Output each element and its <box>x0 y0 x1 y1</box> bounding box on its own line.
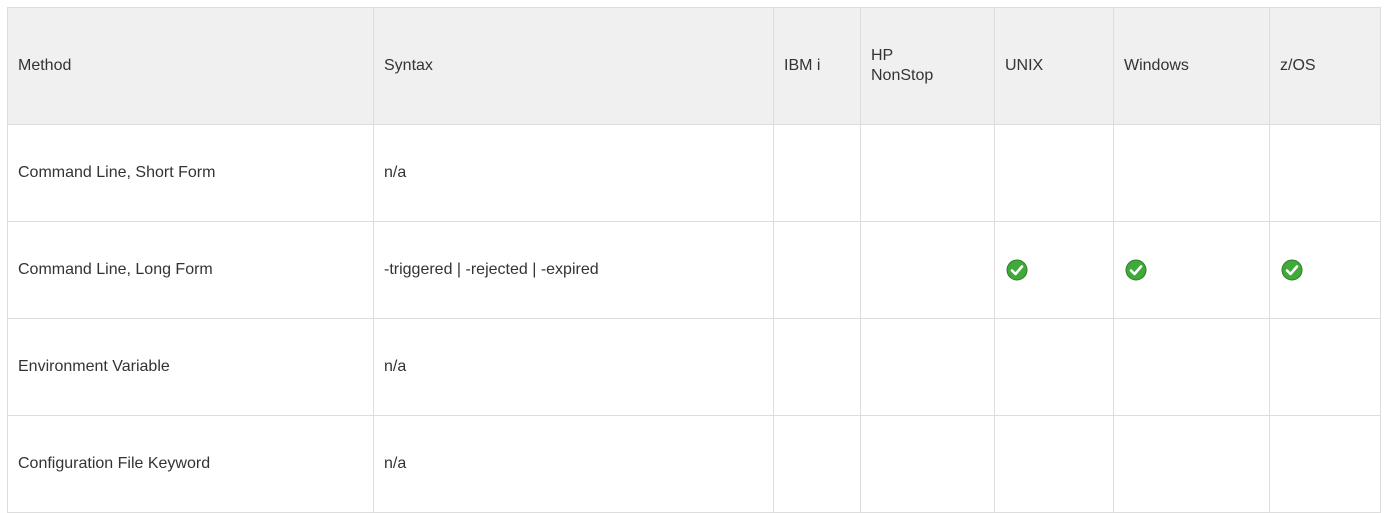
cell-unix <box>994 318 1114 416</box>
header-syntax: Syntax <box>373 7 774 125</box>
table-row: Command Line, Long Form -triggered | -re… <box>7 221 1381 319</box>
cell-ibm-i <box>773 221 861 319</box>
cell-windows <box>1113 415 1270 513</box>
table-row: Command Line, Short Form n/a <box>7 124 1381 222</box>
check-icon <box>1006 259 1028 281</box>
cell-method: Configuration File Keyword <box>7 415 374 513</box>
cell-unix <box>994 124 1114 222</box>
cell-method: Command Line, Short Form <box>7 124 374 222</box>
cell-ibm-i <box>773 124 861 222</box>
method-syntax-table: Method Syntax IBM i HP NonStop UNIX Windo… <box>7 7 1381 513</box>
cell-syntax: n/a <box>373 124 774 222</box>
cell-hp-nonstop <box>860 318 995 416</box>
cell-windows <box>1113 124 1270 222</box>
header-method: Method <box>7 7 374 125</box>
header-hp-line2: NonStop <box>871 67 934 84</box>
header-windows: Windows <box>1113 7 1270 125</box>
cell-hp-nonstop <box>860 221 995 319</box>
check-icon <box>1125 259 1147 281</box>
table-row: Configuration File Keyword n/a <box>7 415 1381 513</box>
cell-method: Command Line, Long Form <box>7 221 374 319</box>
table-row: Environment Variable n/a <box>7 318 1381 416</box>
cell-hp-nonstop <box>860 124 995 222</box>
cell-zos <box>1269 318 1381 416</box>
cell-syntax: n/a <box>373 318 774 416</box>
cell-zos <box>1269 415 1381 513</box>
header-hp-nonstop: HP NonStop <box>860 7 995 125</box>
cell-zos <box>1269 221 1381 319</box>
header-hp-line1: HP <box>871 47 894 64</box>
cell-windows <box>1113 221 1270 319</box>
header-unix: UNIX <box>994 7 1114 125</box>
cell-zos <box>1269 124 1381 222</box>
cell-unix <box>994 415 1114 513</box>
cell-method: Environment Variable <box>7 318 374 416</box>
cell-syntax: n/a <box>373 415 774 513</box>
cell-unix <box>994 221 1114 319</box>
header-zos: z/OS <box>1269 7 1381 125</box>
header-row: Method Syntax IBM i HP NonStop UNIX Windo… <box>7 7 1381 125</box>
cell-windows <box>1113 318 1270 416</box>
cell-ibm-i <box>773 415 861 513</box>
check-icon <box>1281 259 1303 281</box>
cell-hp-nonstop <box>860 415 995 513</box>
cell-ibm-i <box>773 318 861 416</box>
header-ibm-i: IBM i <box>773 7 861 125</box>
cell-syntax: -triggered | -rejected | -expired <box>373 221 774 319</box>
